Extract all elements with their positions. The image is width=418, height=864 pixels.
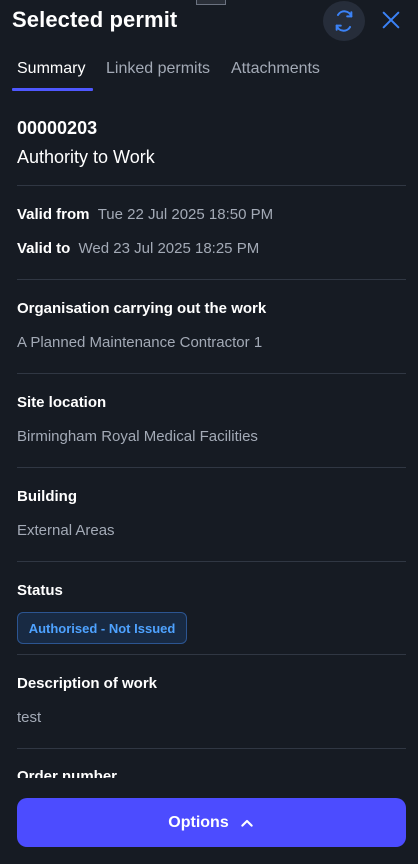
building-label: Building: [17, 488, 77, 505]
divider: [17, 654, 406, 655]
valid-from-value: Tue 22 Jul 2025 18:50 PM: [97, 206, 274, 223]
close-button[interactable]: [376, 5, 406, 35]
organisation-label: Organisation carrying out the work: [17, 300, 267, 317]
site-location-label: Site location: [17, 394, 107, 411]
tab-summary[interactable]: Summary: [17, 60, 85, 78]
window-handle: [196, 0, 226, 5]
description-field: Description of work test: [17, 675, 405, 726]
permit-number: 00000203: [17, 118, 98, 138]
refresh-icon: [335, 10, 353, 32]
status-label: Status: [17, 582, 63, 599]
building-field: Building External Areas: [17, 488, 405, 539]
divider: [17, 561, 406, 562]
tab-attachments[interactable]: Attachments: [231, 60, 320, 78]
site-location-field: Site location Birmingham Royal Medical F…: [17, 394, 405, 445]
organisation-field: Organisation carrying out the work A Pla…: [17, 300, 405, 351]
header: Selected permit: [0, 0, 418, 44]
chevron-up-icon: [240, 819, 253, 827]
valid-from-row: Valid from Tue 22 Jul 2025 18:50 PM: [17, 206, 405, 223]
divider: [17, 279, 406, 280]
permit-type: Authority to Work: [17, 147, 155, 167]
valid-to-value: Wed 23 Jul 2025 18:25 PM: [78, 240, 260, 257]
divider: [17, 467, 406, 468]
description-value: test: [17, 709, 42, 726]
valid-from-label: Valid from: [17, 206, 90, 223]
divider: [17, 748, 406, 749]
refresh-button[interactable]: [323, 1, 365, 41]
close-icon: [382, 11, 400, 29]
tab-linked-permits[interactable]: Linked permits: [106, 60, 210, 78]
description-label: Description of work: [17, 675, 158, 692]
status-field: Status: [17, 582, 405, 599]
valid-to-row: Valid to Wed 23 Jul 2025 18:25 PM: [17, 240, 405, 257]
page-title: Selected permit: [12, 7, 178, 32]
divider: [17, 185, 406, 186]
status-badge: Authorised - Not Issued: [17, 612, 187, 644]
options-button[interactable]: Options: [17, 798, 406, 847]
permit-header: 00000203 Authority to Work: [17, 118, 405, 168]
organisation-value: A Planned Maintenance Contractor 1: [17, 334, 263, 351]
tab-bar: Summary Linked permits Attachments: [0, 44, 418, 92]
valid-to-label: Valid to: [17, 240, 71, 257]
building-value: External Areas: [17, 522, 115, 539]
options-label: Options: [168, 813, 229, 831]
divider: [17, 373, 406, 374]
active-tab-indicator: [12, 88, 93, 91]
site-location-value: Birmingham Royal Medical Facilities: [17, 428, 258, 445]
